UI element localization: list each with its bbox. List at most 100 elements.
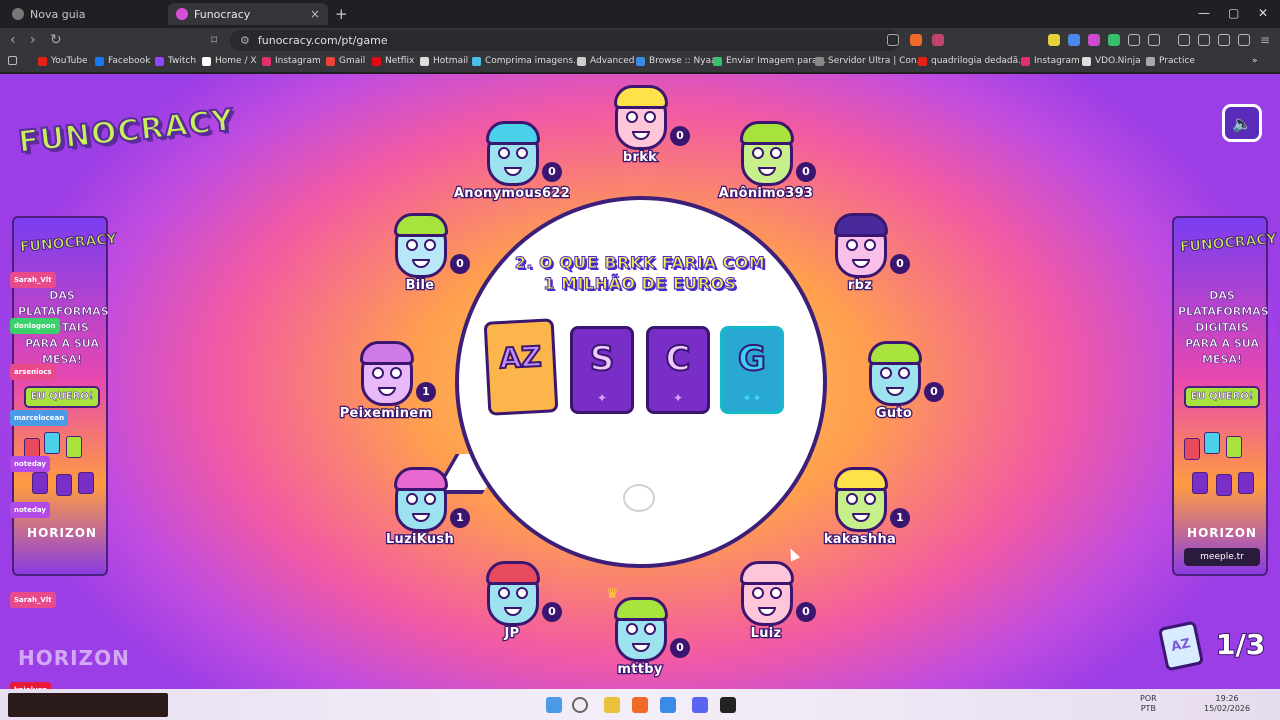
maximize-icon[interactable]: ▢: [1228, 6, 1239, 20]
reload-icon[interactable]: ↻: [50, 32, 62, 48]
stream-overlay-strip: [8, 693, 168, 717]
player-name: Anônimo393: [717, 185, 814, 203]
banner-cards-image: [1182, 428, 1262, 518]
avatar: [360, 341, 414, 406]
banner-brand: HORIZON: [1187, 526, 1257, 540]
banner-brand-secondary: meeple.tr: [1184, 548, 1260, 566]
bookmark-twitch[interactable]: Twitch: [155, 56, 196, 66]
avatar: [834, 213, 888, 278]
player-name: Bile: [404, 277, 435, 295]
extensions-puzzle-icon[interactable]: [1128, 34, 1140, 46]
sidebar-icon[interactable]: [1148, 34, 1160, 46]
avatar: [868, 341, 922, 406]
clock[interactable]: 19:26 15/02/2026: [1204, 694, 1250, 714]
player-guto: Guto 0: [834, 341, 954, 434]
card-g[interactable]: G ✦✦: [720, 326, 784, 414]
mouse-cursor: [785, 546, 801, 562]
bookmark-vdo-ninja[interactable]: VDO.Ninja: [1082, 56, 1141, 66]
extension-yellow-icon[interactable]: [1048, 34, 1060, 46]
new-tab-button[interactable]: +: [335, 5, 348, 23]
reading-list-icon[interactable]: [1198, 34, 1210, 46]
card-s[interactable]: S ✦: [570, 326, 634, 414]
banner-cta-button[interactable]: EU QUERO!: [24, 386, 100, 408]
avatar: [614, 85, 668, 150]
extension-blue-icon[interactable]: [1068, 34, 1080, 46]
bookmark-youtube[interactable]: YouTube: [38, 56, 88, 66]
player-score: 0: [924, 382, 944, 402]
close-tab-icon[interactable]: ×: [310, 7, 320, 21]
bookmark-servidor-ultra[interactable]: Servidor Ultra | Con...: [815, 56, 925, 66]
player-score: 0: [670, 126, 690, 146]
share-icon[interactable]: [887, 34, 899, 46]
left-ad-banner[interactable]: FUNOCRACY DAS PLATAFORMAS DIGITAIS PARA …: [12, 216, 118, 576]
avatar: [486, 561, 540, 626]
extension-magenta-icon[interactable]: [1088, 34, 1100, 46]
close-window-icon[interactable]: ✕: [1258, 6, 1268, 20]
more-bookmarks-icon[interactable]: »: [1252, 56, 1258, 66]
right-ad-banner[interactable]: FUNOCRACY DAS PLATAFORMAS DIGITAIS PARA …: [1172, 216, 1278, 576]
back-icon[interactable]: ‹: [10, 32, 16, 48]
extension-green-icon[interactable]: [1108, 34, 1120, 46]
minimize-icon[interactable]: —: [1198, 6, 1210, 20]
bookmark-x[interactable]: Home / X: [202, 56, 257, 66]
banner-logo: FUNOCRACY: [1179, 231, 1278, 256]
url-input[interactable]: ⚙ funocracy.com/pt/game: [230, 30, 900, 51]
banner-logo: FUNOCRACY: [19, 231, 118, 256]
card-az[interactable]: AZ: [483, 318, 559, 416]
brave-rewards-icon[interactable]: [932, 34, 944, 46]
app-icon[interactable]: [660, 697, 676, 713]
bookmark-comprima[interactable]: Comprima imagens...: [472, 56, 582, 66]
bookmark-youtube-2[interactable]: quadrilogia dedadã...: [918, 56, 1027, 66]
bookmark-icon[interactable]: ⌑: [211, 33, 217, 47]
apps-icon[interactable]: [8, 56, 17, 65]
keyboard-layout[interactable]: POR PTB: [1140, 694, 1157, 714]
funocracy-logo: FUNOCRACY: [16, 102, 237, 161]
forward-icon[interactable]: ›: [30, 32, 36, 48]
bookmark-netflix[interactable]: Netflix: [372, 56, 414, 66]
player-mttby: ♛ mttby 0: [580, 586, 700, 689]
bookmark-hotmail[interactable]: Hotmail: [420, 56, 468, 66]
player-luiz: Luiz 0: [706, 561, 826, 654]
sound-toggle-button[interactable]: 🔈: [1222, 104, 1262, 142]
bookmark-practice[interactable]: Practice: [1146, 56, 1195, 66]
bookmarks-bar: YouTube Facebook Twitch Home / X Instagr…: [0, 53, 1280, 73]
discord-icon[interactable]: [692, 697, 708, 713]
card-letter: AZ: [498, 339, 544, 376]
shield-icon: [12, 8, 24, 20]
bookmark-facebook[interactable]: Facebook: [95, 56, 150, 66]
funocracy-favicon-icon: [176, 8, 188, 20]
round-indicator: AZ 1/3: [1157, 620, 1272, 672]
vpn-icon[interactable]: [1238, 34, 1250, 46]
bookmark-instagram[interactable]: Instagram: [262, 56, 321, 66]
bookmark-enviar-imagem[interactable]: Enviar Imagem para...: [713, 56, 826, 66]
url-text: funocracy.com/pt/game: [257, 34, 388, 47]
player-name: mttby: [616, 661, 663, 679]
banner-cta-button[interactable]: EU QUERO!: [1184, 386, 1260, 408]
bookmark-nyaa[interactable]: Browse :: Nyaa: [636, 56, 717, 66]
tab-label: Funocracy: [194, 7, 251, 21]
bookmark-instagram-2[interactable]: Instagram: [1021, 56, 1080, 66]
card-c[interactable]: C ✦: [646, 326, 710, 414]
player-rbz: rbz 0: [800, 213, 920, 306]
tab-new[interactable]: Nova guia: [4, 3, 164, 25]
media-icon[interactable]: [1178, 34, 1190, 46]
overlay-brand: HORIZON: [18, 646, 130, 670]
brave-shield-icon[interactable]: [910, 34, 922, 46]
brave-icon[interactable]: [632, 697, 648, 713]
menu-icon[interactable]: ≡: [1260, 33, 1270, 47]
player-peixeminem: Peixeminem 1: [326, 341, 446, 434]
search-icon[interactable]: [572, 697, 588, 713]
site-info-icon[interactable]: ⚙: [240, 34, 250, 47]
sparkle-icon: ✦: [672, 391, 684, 405]
chat-username: noteday: [10, 502, 50, 518]
bookmark-advanced[interactable]: Advanced: [577, 56, 634, 66]
start-icon[interactable]: [546, 697, 562, 713]
avatar: [486, 121, 540, 186]
bookmark-gmail[interactable]: Gmail: [326, 56, 365, 66]
tab-funocracy[interactable]: Funocracy ×: [168, 3, 328, 25]
file-explorer-icon[interactable]: [604, 697, 620, 713]
wallet-icon[interactable]: [1218, 34, 1230, 46]
round-counter: 1/3: [1215, 627, 1266, 662]
obs-icon[interactable]: [720, 697, 736, 713]
player-score: 1: [890, 508, 910, 528]
